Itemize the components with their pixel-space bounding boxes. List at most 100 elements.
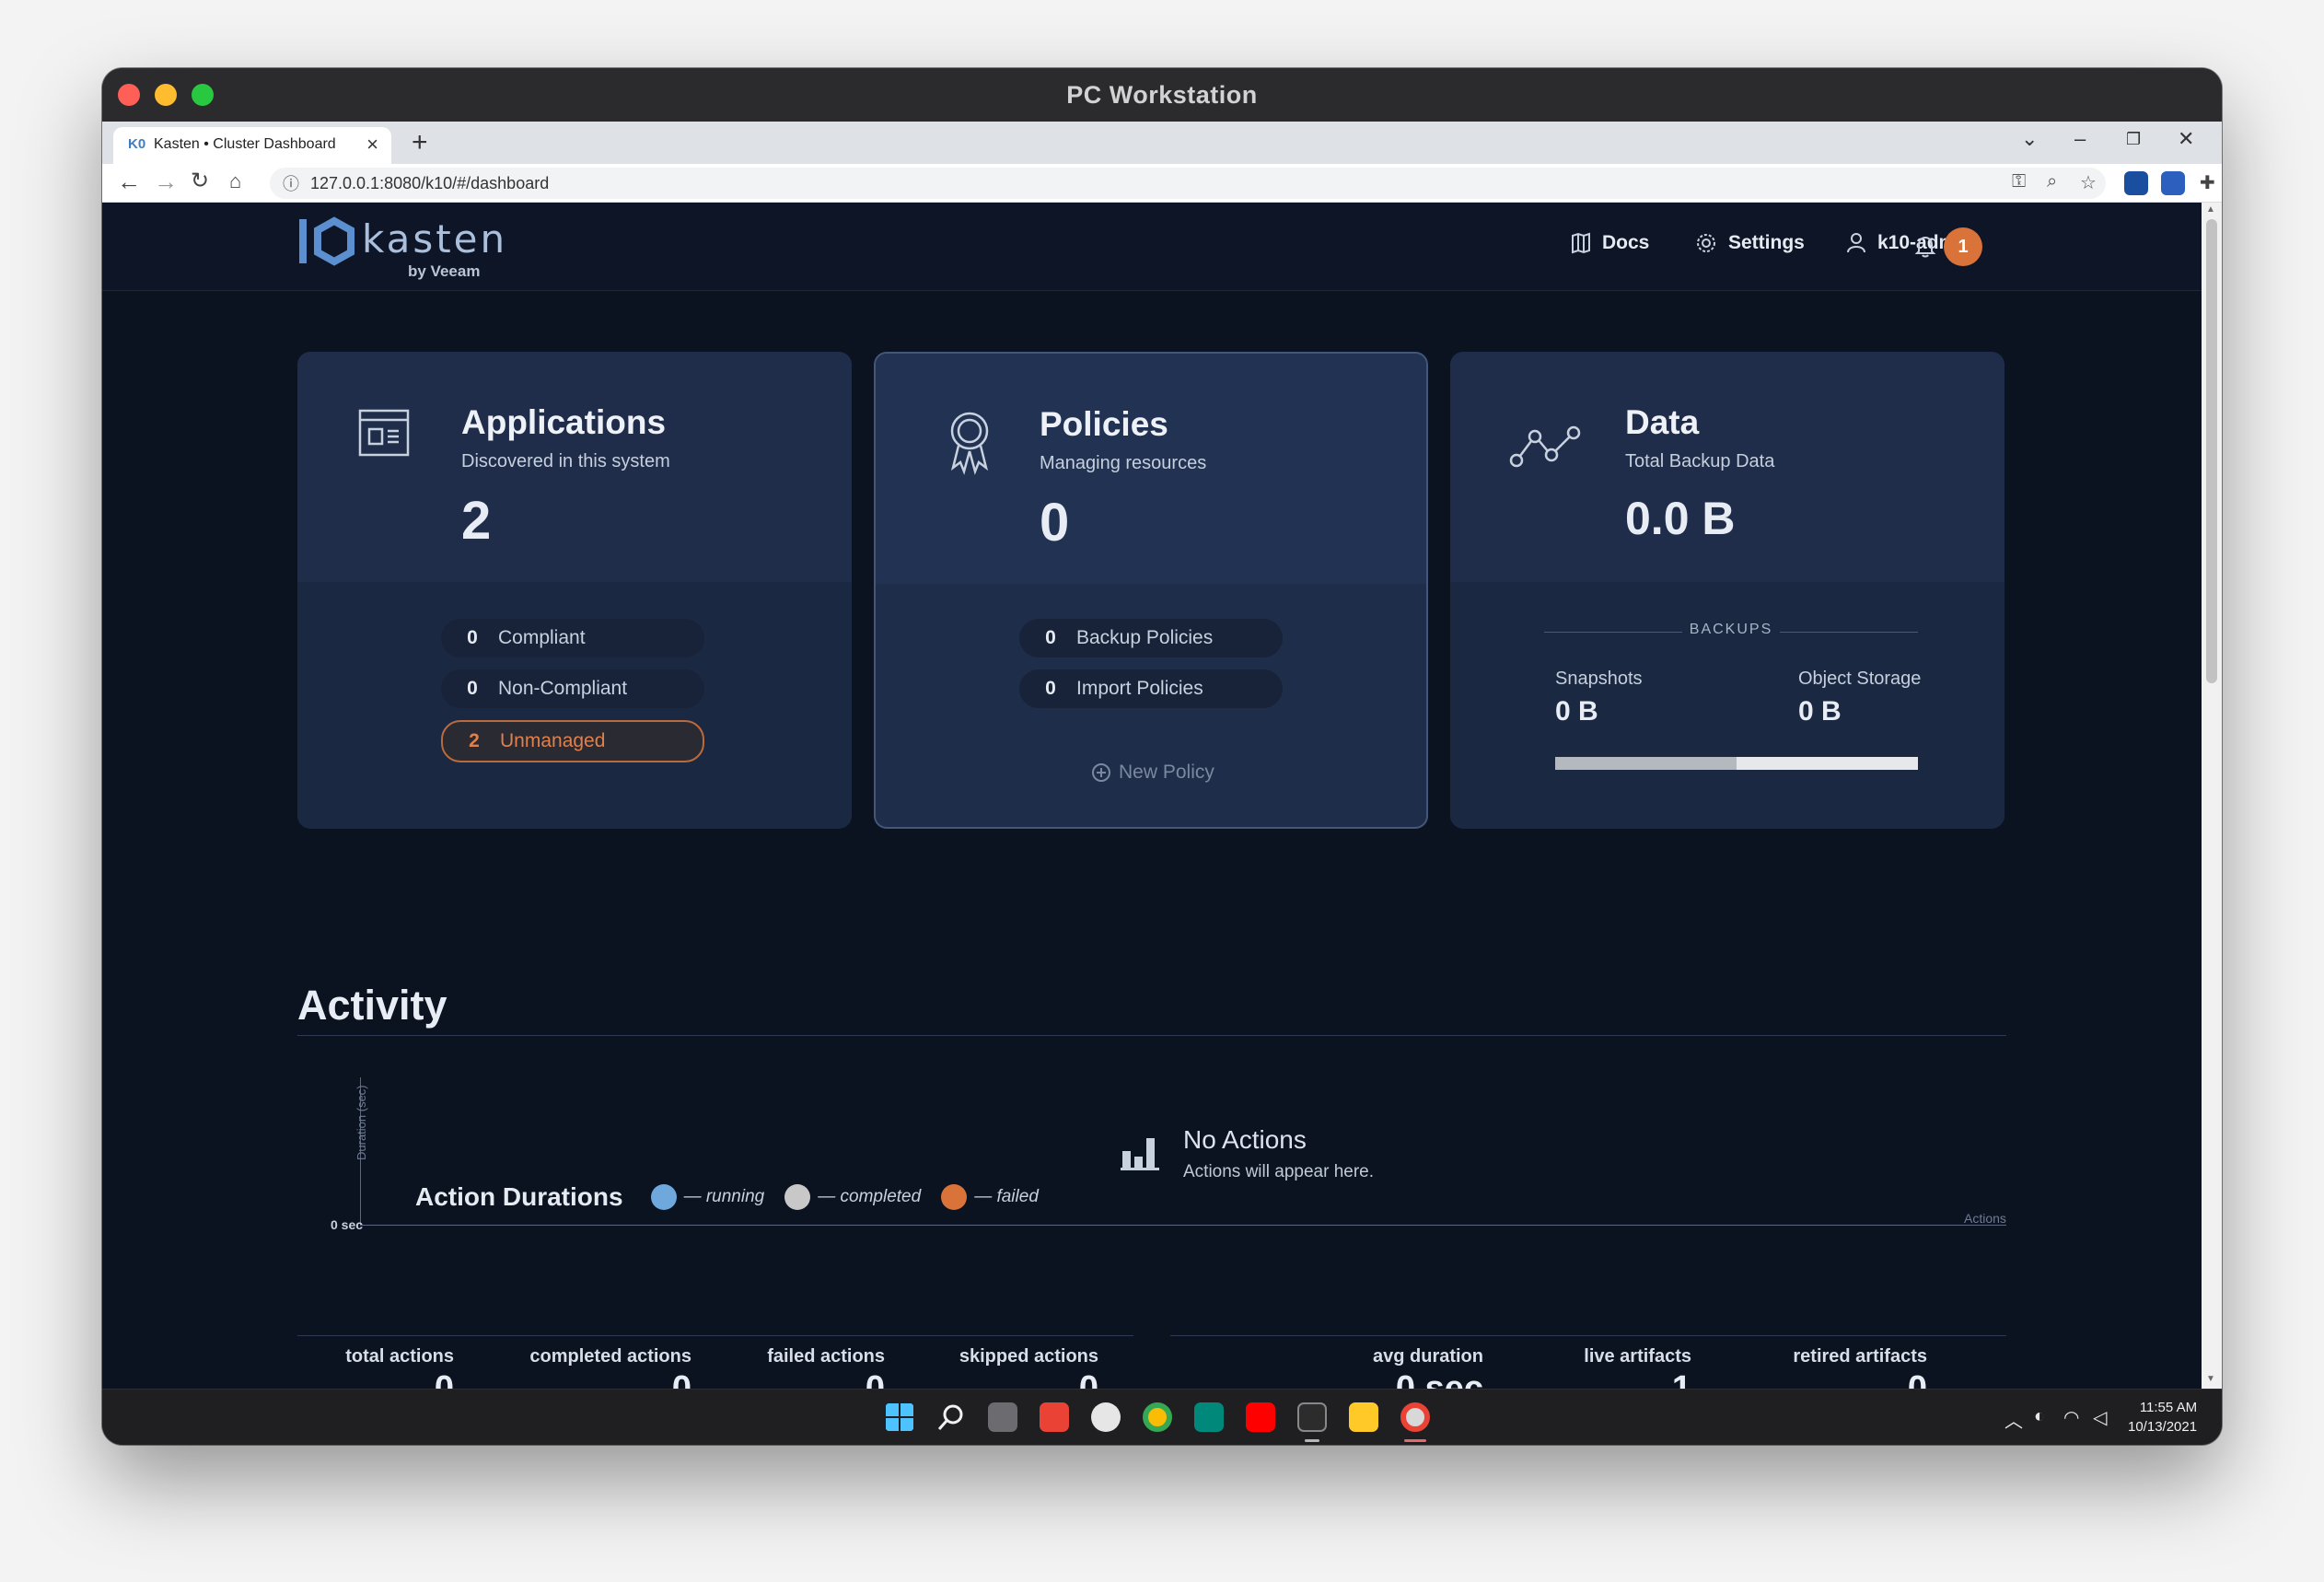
forward-icon[interactable]: → [154, 168, 178, 196]
extensions-puzzle-icon[interactable]: ✚ [2200, 171, 2215, 194]
close-icon[interactable]: ✕ [2178, 127, 2194, 151]
home-icon[interactable]: ⌂ [229, 169, 241, 193]
snapshots-value: 0 B [1555, 696, 1598, 727]
action-durations-chart: Duration (sec) 0 sec Actions No Actions … [297, 1077, 2006, 1232]
bookmark-star-icon[interactable]: ☆ [2080, 171, 2097, 194]
data-title: Data [1625, 403, 1700, 441]
bar-chart-icon [1121, 1138, 1159, 1170]
failed-actions-value: 0 [865, 1369, 885, 1389]
retired-artifacts-label: retired artifacts [1793, 1346, 1927, 1367]
scroll-up-icon[interactable]: ▲ [2206, 204, 2215, 215]
zoom-icon[interactable]: ⌕ [2047, 171, 2057, 192]
retired-artifacts-stat: retired artifacts 0 [1793, 1346, 1927, 1389]
data-card[interactable]: Data Total Backup Data 0.0 B BACKUPS Sna… [1450, 352, 2004, 829]
snapshots-label: Snapshots [1555, 669, 1643, 689]
vpn-icon[interactable]: ◐ [2034, 1406, 2045, 1427]
slack-icon[interactable] [1091, 1402, 1121, 1432]
avg-duration-stat: avg duration 0 sec [1373, 1346, 1483, 1389]
docs-link[interactable]: Docs [1571, 232, 1649, 254]
tab-search-icon[interactable]: ⌄ [2021, 127, 2038, 151]
live-artifacts-value: 1 [1671, 1369, 1691, 1389]
unmanaged-row[interactable]: 2 Unmanaged [441, 720, 704, 762]
legend-failed: — failed [941, 1184, 1039, 1210]
non-compliant-label: Non-Compliant [498, 678, 628, 699]
task-view-icon[interactable] [988, 1402, 1017, 1432]
back-icon[interactable]: ← [117, 168, 141, 196]
skipped-actions-label: skipped actions [959, 1346, 1098, 1367]
terminal-running-indicator [1305, 1439, 1319, 1442]
reload-icon[interactable]: ↻ [191, 168, 209, 194]
skipped-actions-stat: skipped actions 0 [959, 1346, 1098, 1389]
applications-subtitle: Discovered in this system [461, 451, 670, 471]
browser-window: PC Workstation K0 Kasten • Cluster Dashb… [102, 68, 2222, 1445]
new-tab-icon[interactable]: + [412, 127, 428, 158]
bell-icon[interactable] [1914, 235, 1936, 259]
chrome-active-icon[interactable] [1400, 1402, 1430, 1432]
os-taskbar: ︿ ◐ ◠ ◁ 11:55 AM 10/13/2021 [102, 1389, 2222, 1445]
unmanaged-count: 2 [469, 730, 480, 751]
plus-circle-icon [1092, 763, 1110, 782]
applications-card[interactable]: Applications Discovered in this system 2… [297, 352, 852, 829]
kasten-logo[interactable]: kasten by Veeam [297, 212, 505, 285]
tray-chevron-icon[interactable]: ︿ [2004, 1406, 2023, 1433]
legend-running: — running [650, 1184, 764, 1210]
clock-time: 11:55 AM [2139, 1400, 2198, 1415]
non-compliant-row[interactable]: 0 Non-Compliant [441, 669, 704, 708]
policies-subtitle: Managing resources [1040, 453, 1207, 473]
tab-close-icon[interactable]: × [366, 133, 378, 157]
minimize-icon[interactable]: – [2074, 127, 2086, 151]
scroll-thumb[interactable] [2206, 219, 2217, 683]
file-explorer-icon[interactable] [1349, 1402, 1378, 1432]
completed-actions-label: completed actions [529, 1346, 691, 1367]
key-icon[interactable]: ⚿ [2012, 171, 2026, 192]
system-clock[interactable]: 11:55 AM 10/13/2021 [2128, 1398, 2197, 1437]
import-policies-count: 0 [1045, 678, 1056, 699]
browser-tab[interactable]: K0 Kasten • Cluster Dashboard × [113, 127, 391, 164]
compliant-row[interactable]: 0 Compliant [441, 619, 704, 657]
new-policy-label: New Policy [1119, 762, 1214, 783]
legend-completed: — completed [784, 1184, 921, 1210]
page-scrollbar[interactable]: ▲ ▼ [2202, 203, 2222, 1389]
action-stats-group: total actions 0 completed actions 0 fail… [297, 1335, 1133, 1389]
extension-book-icon[interactable] [2161, 171, 2185, 195]
terminal-icon[interactable] [1297, 1402, 1327, 1432]
scroll-down-icon[interactable]: ▼ [2206, 1374, 2215, 1384]
gmail-icon[interactable] [1040, 1402, 1069, 1432]
kasten-logo-icon [299, 216, 354, 266]
completed-actions-value: 0 [671, 1369, 691, 1389]
avg-duration-label: avg duration [1372, 1346, 1483, 1367]
total-actions-label: total actions [345, 1346, 454, 1367]
activity-heading: Activity [297, 982, 447, 1029]
volume-icon[interactable]: ◁ [2093, 1406, 2107, 1429]
settings-link[interactable]: Settings [1695, 232, 1805, 254]
search-icon[interactable] [936, 1402, 966, 1432]
legend-title: Action Durations [415, 1182, 623, 1211]
clock-date: 10/13/2021 [2128, 1419, 2198, 1435]
wifi-icon[interactable]: ◠ [2063, 1406, 2079, 1429]
applications-count: 2 [461, 491, 492, 551]
failed-dot-icon [941, 1184, 968, 1210]
app-header: kasten by Veeam Docs Settings k10-admin … [102, 203, 2202, 291]
completed-dot-icon [784, 1184, 811, 1210]
settings-label: Settings [1728, 232, 1805, 253]
new-policy-button[interactable]: New Policy [1091, 762, 1214, 784]
restore-icon[interactable]: ❐ [2126, 130, 2141, 149]
windows-start-icon[interactable] [885, 1402, 914, 1432]
site-info-icon[interactable]: ⓘ [283, 171, 299, 195]
backup-policies-row[interactable]: 0 Backup Policies [1019, 619, 1283, 657]
user-icon [1847, 233, 1865, 253]
legend-failed-label: — failed [974, 1187, 1039, 1206]
policies-count: 0 [1040, 493, 1070, 553]
address-bar[interactable]: ⓘ 127.0.0.1:8080/k10/#/dashboard ⚿ ⌕ ☆ [270, 168, 2106, 199]
meet-icon[interactable] [1194, 1402, 1224, 1432]
policies-card[interactable]: Policies Managing resources 0 0 Backup P… [874, 352, 1428, 829]
extension-shield-icon[interactable] [2124, 171, 2148, 195]
browser-toolbar: ← → ↻ ⌂ ⓘ 127.0.0.1:8080/k10/#/dashboard… [102, 164, 2222, 203]
object-storage-label: Object Storage [1798, 669, 1922, 689]
non-compliant-count: 0 [467, 678, 478, 699]
import-policies-row[interactable]: 0 Import Policies [1019, 669, 1283, 708]
youtube-icon[interactable] [1246, 1402, 1275, 1432]
chrome-icon[interactable] [1143, 1402, 1172, 1432]
object-storage-bar-segment [1737, 757, 1918, 770]
notification-badge[interactable]: 1 [1944, 227, 1982, 266]
